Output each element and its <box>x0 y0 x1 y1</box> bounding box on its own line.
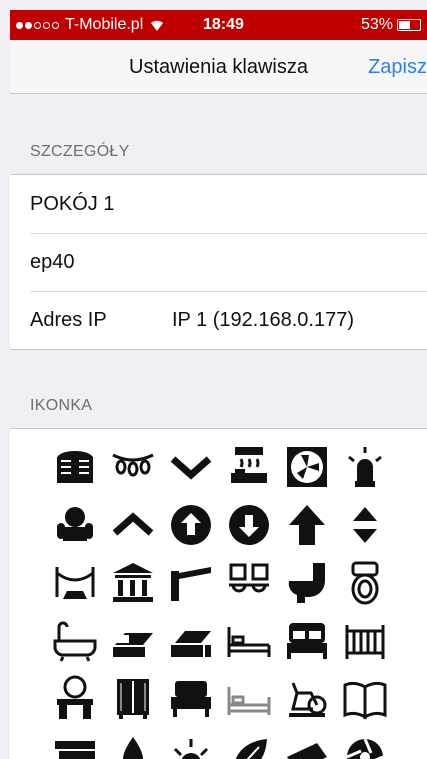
ip-label: Adres IP <box>30 309 107 331</box>
sun-icon[interactable] <box>167 733 215 759</box>
carrier-name: T-Mobile.pl <box>65 16 144 33</box>
crib-icon[interactable] <box>341 617 389 665</box>
navigation-bar: Ustawienia klawisza Zapisz <box>10 40 427 94</box>
string-lights-icon[interactable] <box>109 443 157 491</box>
circle-arrow-up-icon[interactable] <box>167 501 215 549</box>
sort-up-down-icon[interactable] <box>341 501 389 549</box>
bed-pillows-alt-icon[interactable] <box>167 617 215 665</box>
ip-row[interactable]: Adres IP IP 1 (192.168.0.177) <box>10 291 427 349</box>
parking-barrier-icon[interactable] <box>167 559 215 607</box>
toilet-top-icon[interactable] <box>341 559 389 607</box>
bed-pillows-icon[interactable] <box>109 617 157 665</box>
battery-icon <box>397 19 421 31</box>
exercise-bike-icon[interactable] <box>283 675 331 723</box>
double-bed-icon[interactable] <box>283 617 331 665</box>
icon-grid <box>10 428 427 759</box>
save-button[interactable]: Zapisz <box>368 56 427 79</box>
device-name: ep40 <box>30 251 75 273</box>
circle-arrow-down-icon[interactable] <box>225 501 273 549</box>
arrow-up-icon[interactable] <box>283 501 331 549</box>
books-stack-icon[interactable] <box>51 733 99 759</box>
clock: 18:49 <box>203 16 244 33</box>
wardrobe-icon[interactable] <box>109 675 157 723</box>
room-name: POKÓJ 1 <box>30 193 115 215</box>
air-conditioner-bed-icon[interactable] <box>225 443 273 491</box>
bank-icon[interactable] <box>109 559 157 607</box>
details-section-header: SZCZEGÓŁY <box>30 143 130 160</box>
open-book-icon[interactable] <box>341 675 389 723</box>
vanity-table-icon[interactable] <box>51 675 99 723</box>
water-drop-icon[interactable] <box>109 733 157 759</box>
bed-front-icon[interactable] <box>167 675 215 723</box>
saloon-doors-icon[interactable] <box>51 443 99 491</box>
bed-outline-icon[interactable] <box>225 617 273 665</box>
stage-light-icon[interactable] <box>283 733 331 759</box>
stanchion-barrier-icon[interactable] <box>51 559 99 607</box>
camera-aperture-icon[interactable] <box>341 733 389 759</box>
chevron-down-icon[interactable] <box>167 443 215 491</box>
double-sink-icon[interactable] <box>225 559 273 607</box>
chevron-up-icon[interactable] <box>109 501 157 549</box>
page-title: Ustawienia klawisza <box>129 56 308 78</box>
bathtub-icon[interactable] <box>51 617 99 665</box>
icon-section-header: IKONKA <box>30 397 93 414</box>
toilet-side-icon[interactable] <box>283 559 331 607</box>
armchair-icon[interactable] <box>51 501 99 549</box>
wifi-icon <box>151 20 164 31</box>
details-group: POKÓJ 1 ep40 Adres IP IP 1 (192.168.0.17… <box>10 174 427 350</box>
signal-strength-icon <box>16 21 59 29</box>
siren-icon[interactable] <box>341 443 389 491</box>
leaf-icon[interactable] <box>225 733 273 759</box>
room-row[interactable]: POKÓJ 1 <box>10 175 427 233</box>
status-bar: T-Mobile.pl 18:49 53% <box>10 10 427 40</box>
bed-frame-icon[interactable] <box>225 675 273 723</box>
battery-percent: 53% <box>360 16 393 33</box>
exhaust-fan-icon[interactable] <box>283 443 331 491</box>
ip-value: IP 1 (192.168.0.177) <box>172 309 354 331</box>
device-row[interactable]: ep40 <box>10 233 427 291</box>
